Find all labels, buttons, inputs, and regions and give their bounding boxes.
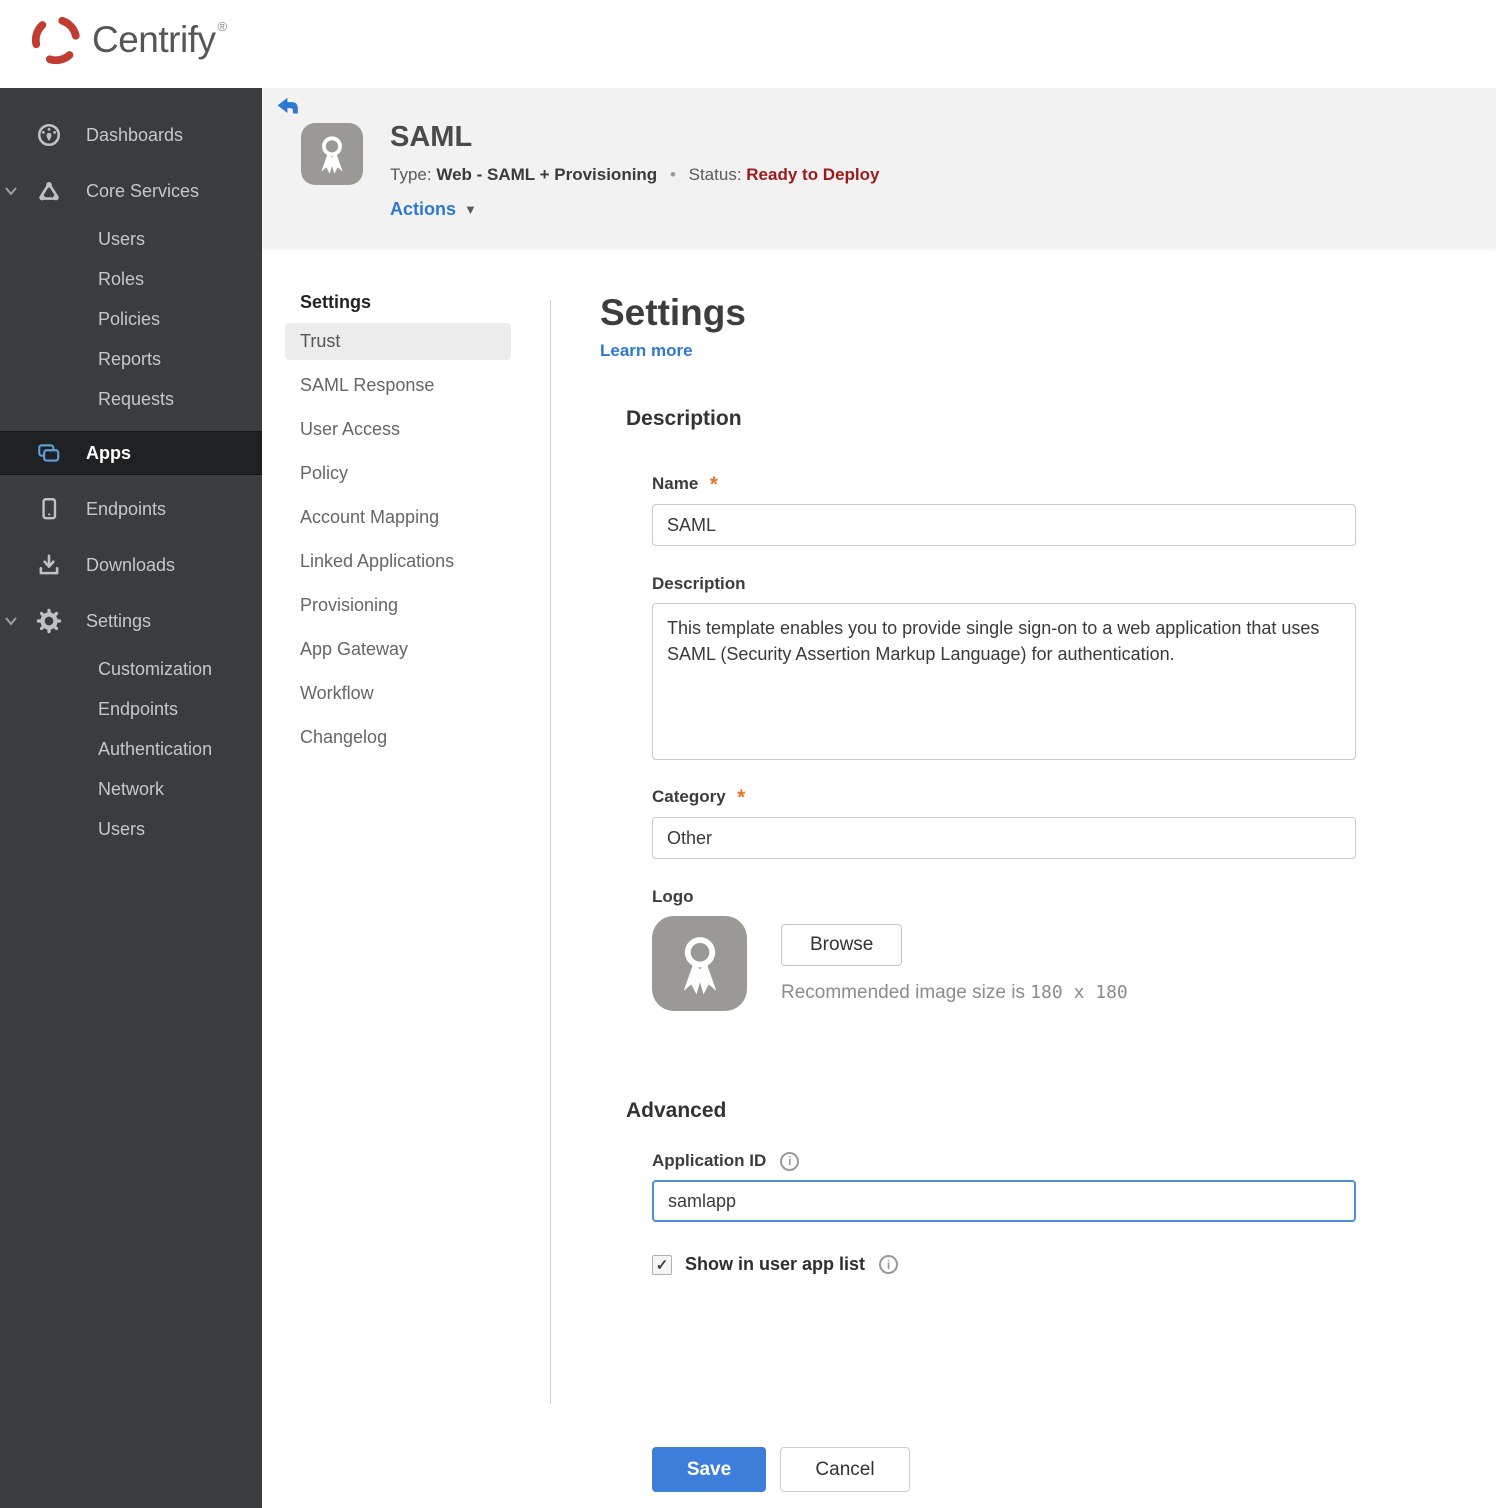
settings-gear-icon bbox=[36, 608, 62, 634]
recommended-size-text: Recommended image size is 180 x 180 bbox=[781, 982, 1128, 1003]
show-in-user-app-list-label: Show in user app list bbox=[685, 1254, 866, 1274]
sidebar-item-label: Endpoints bbox=[86, 498, 167, 519]
ribbon-icon bbox=[321, 136, 343, 174]
category-input[interactable] bbox=[652, 817, 1356, 859]
required-marker: * bbox=[737, 786, 746, 809]
description-textarea[interactable]: This template enables you to provide sin… bbox=[652, 603, 1356, 760]
type-value: Web - SAML + Provisioning bbox=[436, 165, 658, 184]
sidebar-item-core-services[interactable]: Core Services bbox=[0, 163, 262, 219]
sidebar-item-roles[interactable]: Roles bbox=[0, 259, 262, 299]
ribbon-icon bbox=[683, 936, 716, 994]
app-logo-icon bbox=[301, 123, 363, 185]
sidebar-item-label: Downloads bbox=[86, 554, 176, 575]
subnav-header: Settings bbox=[300, 292, 372, 312]
subnav-item-app-gateway[interactable]: App Gateway bbox=[285, 631, 511, 668]
sidebar-item-dashboards[interactable]: Dashboards bbox=[0, 107, 262, 163]
caret-down-icon: ▼ bbox=[464, 202, 477, 217]
centrify-swirl-icon bbox=[31, 16, 80, 65]
name-input[interactable] bbox=[652, 504, 1356, 546]
settings-panel: Settings Learn more Description Name * D… bbox=[600, 292, 1358, 1492]
advanced-section-heading: Advanced bbox=[626, 1099, 727, 1122]
subnav-item-trust[interactable]: Trust bbox=[285, 323, 511, 360]
sidebar-item-settings[interactable]: Settings bbox=[0, 593, 262, 649]
sidebar-item-customization[interactable]: Customization bbox=[0, 649, 262, 689]
logo-preview bbox=[652, 916, 747, 1011]
subnav-item-provisioning[interactable]: Provisioning bbox=[285, 587, 511, 624]
save-button[interactable]: Save bbox=[652, 1447, 766, 1492]
subnav-item-saml-response[interactable]: SAML Response bbox=[285, 367, 511, 404]
settings-subnav: Settings Trust SAML Response User Access… bbox=[285, 292, 511, 763]
sidebar-item-label: Apps bbox=[86, 442, 131, 463]
app-title: SAML bbox=[390, 121, 473, 153]
required-marker: * bbox=[709, 473, 718, 496]
subnav-item-changelog[interactable]: Changelog bbox=[285, 719, 511, 756]
logo-label: Logo bbox=[652, 887, 694, 906]
name-label: Name bbox=[652, 474, 699, 493]
app-header: SAML Type: Web - SAML + Provisioning • S… bbox=[262, 88, 1496, 248]
apps-icon bbox=[36, 440, 62, 466]
sidebar-item-settings-endpoints[interactable]: Endpoints bbox=[0, 689, 262, 729]
browse-button[interactable]: Browse bbox=[781, 924, 903, 966]
subnav-item-workflow[interactable]: Workflow bbox=[285, 675, 511, 712]
sidebar-item-endpoints[interactable]: Endpoints bbox=[0, 481, 262, 537]
downloads-icon bbox=[36, 552, 62, 578]
status-label: Status: bbox=[688, 165, 742, 184]
sidebar-item-label: Core Services bbox=[86, 180, 200, 201]
dashboard-icon bbox=[36, 122, 62, 148]
vertical-divider bbox=[550, 300, 551, 1404]
show-in-user-app-list-checkbox[interactable]: ✓ bbox=[652, 1254, 672, 1275]
cancel-button[interactable]: Cancel bbox=[780, 1447, 910, 1492]
sidebar-item-reports[interactable]: Reports bbox=[0, 339, 262, 379]
sidebar-item-network[interactable]: Network bbox=[0, 769, 262, 809]
registered-mark: ® bbox=[217, 18, 228, 34]
sidebar-item-requests[interactable]: Requests bbox=[0, 379, 262, 419]
top-bar: Centrify ® bbox=[0, 0, 1496, 88]
chevron-down-icon bbox=[3, 613, 19, 629]
brand-name: Centrify bbox=[92, 19, 216, 60]
page-title: Settings bbox=[600, 292, 746, 333]
chevron-down-icon bbox=[3, 183, 19, 199]
status-value: Ready to Deploy bbox=[746, 165, 880, 184]
subnav-item-policy[interactable]: Policy bbox=[285, 455, 511, 492]
sidebar-nav: Dashboards Core Services Users Roles Pol… bbox=[0, 88, 262, 1508]
sidebar-item-label: Dashboards bbox=[86, 124, 184, 145]
core-services-icon bbox=[36, 178, 62, 204]
sidebar-item-authentication[interactable]: Authentication bbox=[0, 729, 262, 769]
application-id-input[interactable] bbox=[652, 1180, 1356, 1222]
app-meta-line: Type: Web - SAML + Provisioning • Status… bbox=[390, 165, 879, 185]
sidebar-item-apps[interactable]: Apps bbox=[0, 431, 262, 475]
subnav-item-linked-applications[interactable]: Linked Applications bbox=[285, 543, 511, 580]
endpoints-icon bbox=[36, 496, 62, 522]
sidebar-item-label: Settings bbox=[86, 610, 152, 631]
actions-menu-button[interactable]: Actions ▼ bbox=[390, 199, 879, 220]
subnav-item-account-mapping[interactable]: Account Mapping bbox=[285, 499, 511, 536]
application-id-label: Application ID bbox=[652, 1151, 767, 1170]
learn-more-link[interactable]: Learn more bbox=[600, 341, 693, 361]
info-icon[interactable]: i bbox=[780, 1151, 800, 1171]
info-icon[interactable]: i bbox=[879, 1255, 899, 1274]
back-arrow-icon[interactable] bbox=[276, 96, 300, 118]
description-label: Description bbox=[652, 574, 746, 593]
sidebar-item-users[interactable]: Users bbox=[0, 219, 262, 259]
sidebar-item-downloads[interactable]: Downloads bbox=[0, 537, 262, 593]
subnav-item-user-access[interactable]: User Access bbox=[285, 411, 511, 448]
centrify-admin-page: Centrify ® Dashboards Core Services User… bbox=[0, 0, 1496, 1508]
sidebar-item-policies[interactable]: Policies bbox=[0, 299, 262, 339]
type-label: Type: bbox=[390, 165, 432, 184]
category-label: Category bbox=[652, 787, 726, 806]
meta-separator: • bbox=[669, 165, 676, 184]
sidebar-item-settings-users[interactable]: Users bbox=[0, 809, 262, 849]
description-section-heading: Description bbox=[626, 407, 742, 430]
centrify-logo[interactable]: Centrify ® bbox=[28, 12, 228, 68]
